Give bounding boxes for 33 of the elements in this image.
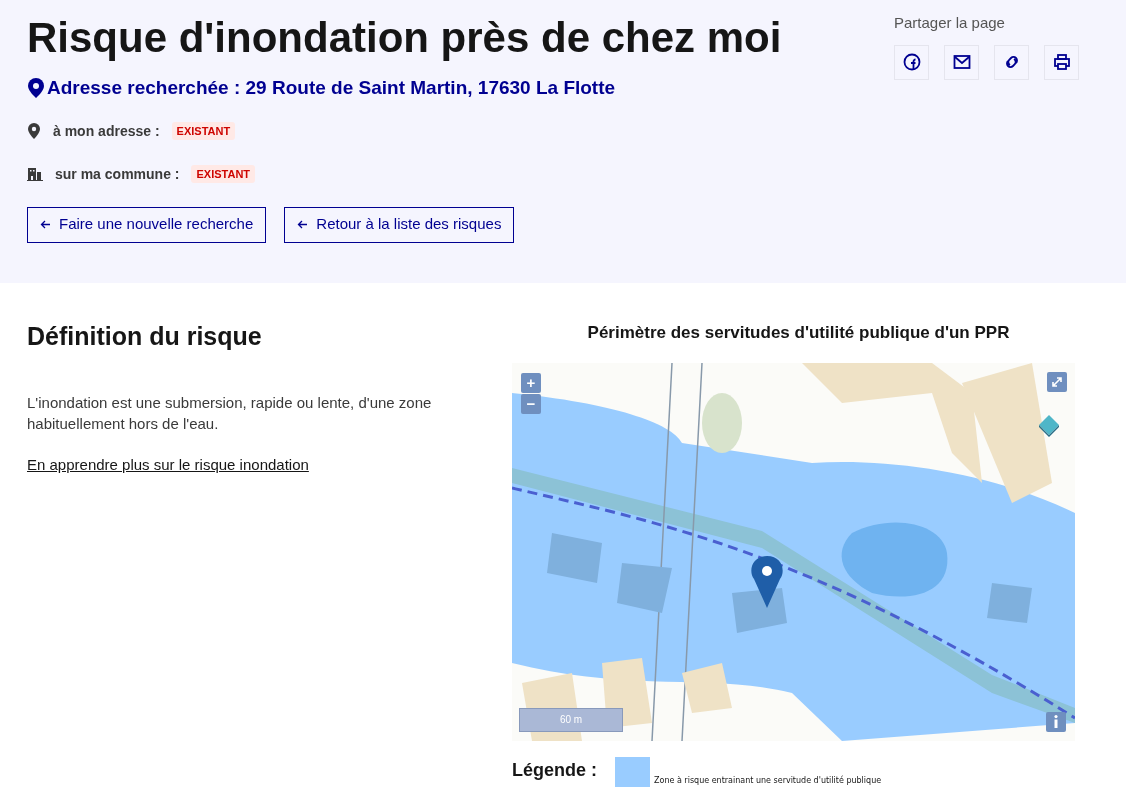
- section-heading: Définition du risque: [27, 321, 263, 352]
- status-label: à mon adresse :: [53, 121, 160, 141]
- facebook-icon: [902, 53, 921, 71]
- arrow-left-icon: [40, 220, 51, 229]
- status-badge: EXISTANT: [171, 121, 236, 141]
- info-icon: [1053, 715, 1059, 728]
- status-label: sur ma commune :: [55, 164, 180, 184]
- mail-icon: [952, 53, 971, 71]
- share-button[interactable]: [894, 44, 929, 80]
- layers-icon[interactable]: [1037, 412, 1061, 437]
- back-button[interactable]: Retour à la liste des risques: [284, 206, 515, 243]
- definition-text: L'inondation est une submersion, rapide ou lente, d'une zone habituellement hors de l'eau.: [27, 392, 433, 434]
- legend-title: Légende :: [512, 758, 597, 782]
- info-button[interactable]: [1046, 711, 1066, 732]
- share-button[interactable]: [1044, 44, 1079, 80]
- share-button[interactable]: [944, 44, 979, 80]
- learn-more-link[interactable]: En apprendre plus sur le risque inondation: [27, 453, 309, 476]
- share-button[interactable]: [994, 44, 1029, 80]
- legend-label: Zone à risque entrainant une servitude d'utilité publique: [654, 774, 882, 787]
- back-button[interactable]: Faire une nouvelle recherche: [27, 206, 267, 243]
- searched-address: Adresse recherchée : 29 Route de Saint Martin, 17630 La Flotte: [47, 76, 616, 100]
- location-pin-icon: [27, 123, 41, 139]
- scale-bar: 60 m: [519, 707, 623, 732]
- printer-icon: [1052, 53, 1071, 71]
- location-pin-icon: [27, 78, 45, 99]
- expand-icon: [1051, 375, 1063, 388]
- page-title: Risque d'inondation près de chez moi: [27, 13, 782, 63]
- map-title: Périmètre des servitudes d'utilité publique d'un PPR: [586, 322, 1011, 344]
- share-label: Partager la page: [894, 13, 1006, 33]
- fullscreen-button[interactable]: [1047, 371, 1067, 392]
- arrow-left-icon: [297, 220, 309, 229]
- building-icon: [27, 167, 43, 181]
- status-badge: EXISTANT: [191, 164, 256, 184]
